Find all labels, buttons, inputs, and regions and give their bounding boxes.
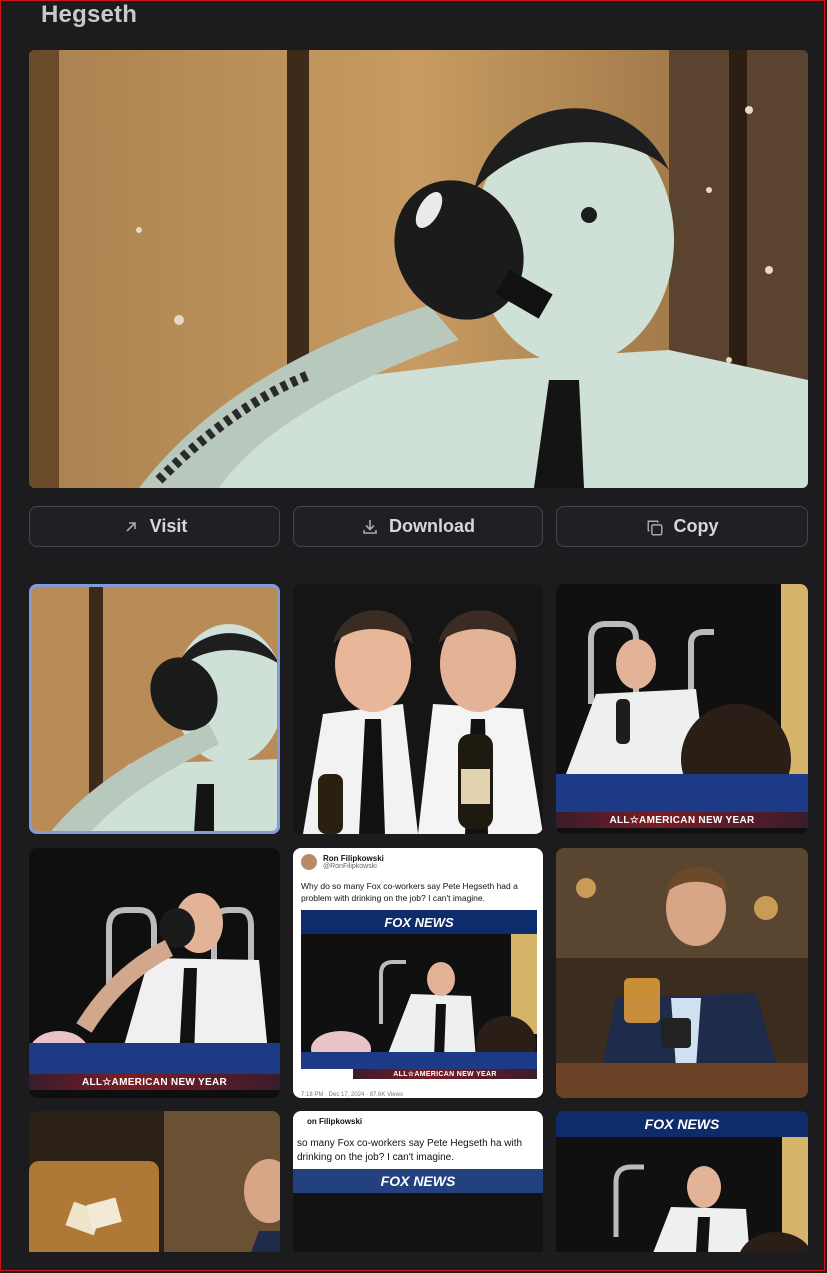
main-image[interactable] [29,50,808,488]
download-button[interactable]: Download [293,506,543,547]
thumbnail-4-banner: ALL☆AMERICAN NEW YEAR [29,1074,280,1090]
copy-icon [646,518,664,536]
tweet-text: Why do so many Fox co-workers say Pete H… [301,881,518,903]
tweet-header: Ron Filipkowski @RonFilipkowski Why do s… [301,852,535,904]
thumbnail-3-banner: ALL☆AMERICAN NEW YEAR [556,812,808,828]
download-label: Download [389,516,475,536]
arrow-up-right-icon [122,518,140,536]
thumbnail-8-tweet[interactable]: on Filipkowski so many Fox co-workers sa… [293,1111,543,1270]
image-viewer-panel: Hegseth Visit Download Copy ALL☆AMERICAN… [0,0,825,1271]
tweet-author-handle: @RonFilipkowski [323,863,377,870]
thumbnail-6[interactable] [556,848,808,1098]
thumbnail-4[interactable]: ALL☆AMERICAN NEW YEAR [29,848,280,1098]
thumbnail-2[interactable] [293,584,543,834]
thumbnail-7[interactable] [29,1111,280,1270]
fox-news-header: FOX NEWS [293,1169,543,1193]
tweet-footer: 7:18 PM · Dec 17, 2024 · 87.6K Views [301,1092,403,1098]
tweet-author-name: Ron Filipkowski [323,854,384,863]
download-icon [361,518,379,536]
copy-button[interactable]: Copy [556,506,808,547]
panel-bottom-edge [1,1252,824,1270]
fox-news-header: FOX NEWS [556,1111,808,1137]
visit-label: Visit [149,516,188,536]
avatar [301,854,317,870]
thumbnail-9[interactable]: FOX NEWS [556,1111,808,1270]
thumbnail-1[interactable] [29,584,280,834]
copy-label: Copy [673,516,719,536]
thumbnail-5-tweet[interactable]: Ron Filipkowski @RonFilipkowski Why do s… [293,848,543,1098]
thumbnail-3[interactable]: ALL☆AMERICAN NEW YEAR [556,584,808,834]
visit-button[interactable]: Visit [29,506,280,547]
tweet-text: so many Fox co-workers say Pete Hegseth … [297,1138,523,1163]
tweet-author-name: on Filipkowski [307,1117,363,1126]
tweet-video-banner: ALL☆AMERICAN NEW YEAR [353,1069,537,1079]
fox-news-header: FOX NEWS [301,910,537,934]
panel-title: Hegseth [41,1,138,28]
